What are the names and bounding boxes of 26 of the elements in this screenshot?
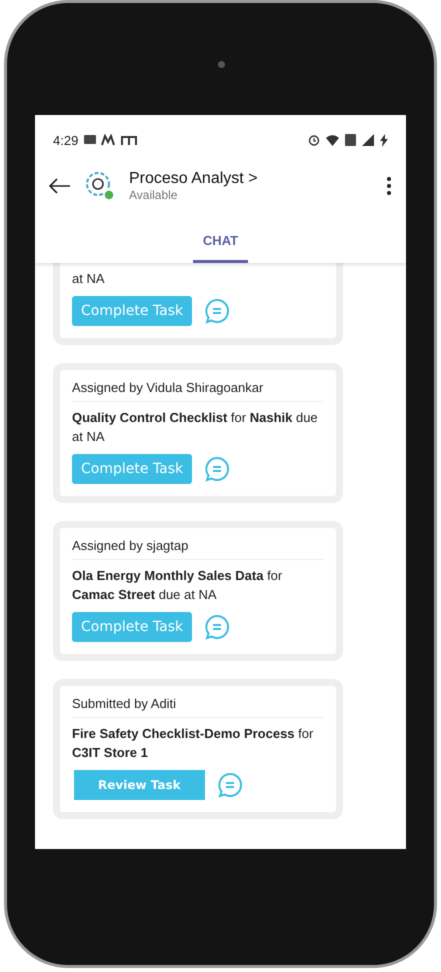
chat-bubble-icon[interactable]	[204, 456, 230, 482]
wifi-icon	[326, 134, 339, 146]
complete-task-button[interactable]: Complete Task	[72, 296, 192, 326]
task-sender: Submitted by Aditi	[72, 696, 324, 718]
chat-bubble-icon[interactable]	[204, 298, 230, 324]
review-task-button[interactable]: Review Task	[74, 770, 205, 800]
task-description: Ola Energy Monthly Sales Data for Camac Street due at NA	[72, 567, 284, 604]
status-time: 4:29	[53, 132, 78, 148]
task-description: at NA	[72, 270, 106, 288]
presence-status: Available	[129, 188, 178, 202]
charging-icon	[380, 134, 388, 146]
complete-task-button[interactable]: Complete Task	[72, 612, 192, 642]
lte-icon	[345, 134, 356, 146]
task-description: Fire Safety Checklist-Demo Process for C3IT Store 1	[72, 725, 314, 762]
back-arrow-icon[interactable]	[49, 178, 71, 194]
chat-bubble-icon[interactable]	[204, 614, 230, 640]
task-description: Quality Control Checklist for Nashik due at NA	[72, 409, 319, 446]
signal-icon	[362, 134, 374, 146]
task-sender: Assigned by sjagtap	[72, 538, 324, 560]
complete-task-button[interactable]: Complete Task	[72, 454, 192, 484]
more-options-icon[interactable]	[386, 176, 392, 196]
chat-title[interactable]: Proceso Analyst >	[129, 170, 374, 188]
chat-bubble-icon[interactable]	[216, 772, 243, 798]
alarm-icon	[308, 134, 320, 146]
camera-dot	[218, 61, 224, 68]
task-sender: Assigned by Vidula Shiragoankar	[72, 380, 324, 402]
